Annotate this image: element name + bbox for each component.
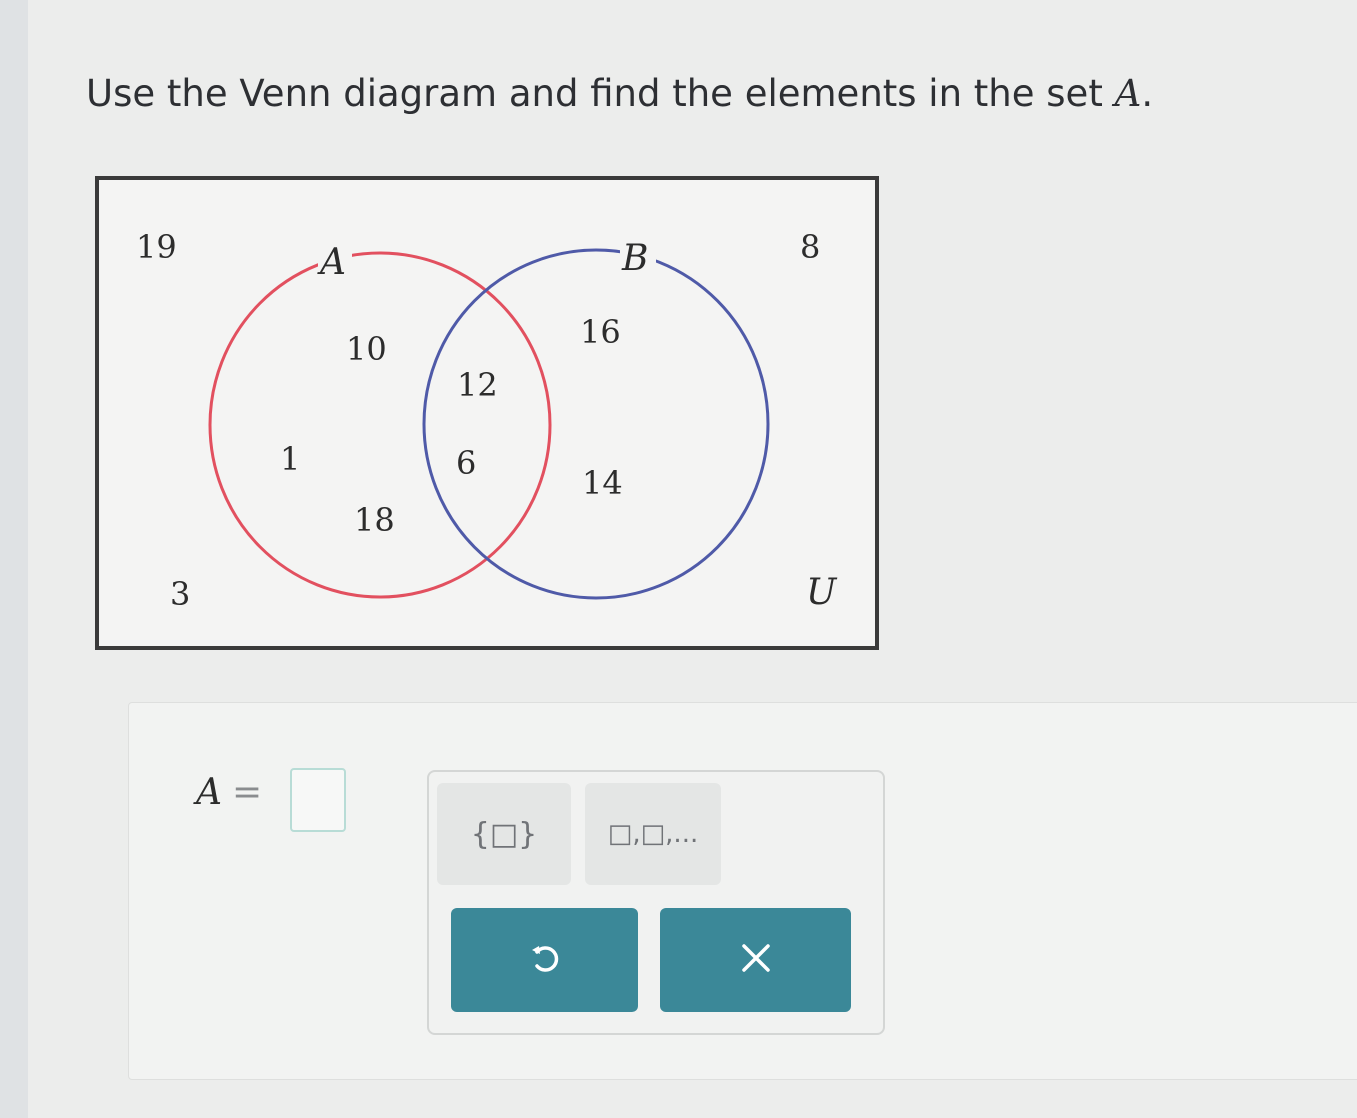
list-elements-button[interactable]: □,□,... (585, 783, 721, 885)
universe-rectangle (95, 176, 879, 650)
close-icon (739, 941, 773, 979)
venn-value-intersection: 6 (456, 444, 476, 482)
undo-button[interactable] (451, 908, 638, 1012)
set-braces-button[interactable]: {□} (437, 783, 571, 885)
circle-a-label: A (317, 242, 346, 283)
circle-b-label: B (621, 238, 648, 279)
venn-value-a-only: 1 (280, 440, 300, 478)
answer-set-variable: A (196, 772, 222, 813)
venn-value-a-only: 10 (346, 330, 387, 368)
venn-value-a-only: 18 (354, 501, 395, 539)
set-braces-label: {□} (470, 816, 538, 852)
venn-value-outside: 3 (170, 575, 190, 613)
universe-label: U (806, 572, 838, 613)
venn-value-outside: 8 (800, 228, 820, 266)
answer-input-box[interactable] (290, 768, 346, 832)
undo-icon (528, 941, 562, 979)
venn-value-outside: 19 (136, 228, 177, 266)
venn-value-b-only: 16 (580, 313, 621, 351)
venn-value-b-only: 14 (582, 464, 623, 502)
list-elements-label: □,□,... (607, 819, 699, 849)
equals-sign: = (232, 772, 263, 813)
venn-value-intersection: 12 (457, 366, 498, 404)
clear-button[interactable] (660, 908, 851, 1012)
answer-equation: A = (196, 772, 262, 813)
